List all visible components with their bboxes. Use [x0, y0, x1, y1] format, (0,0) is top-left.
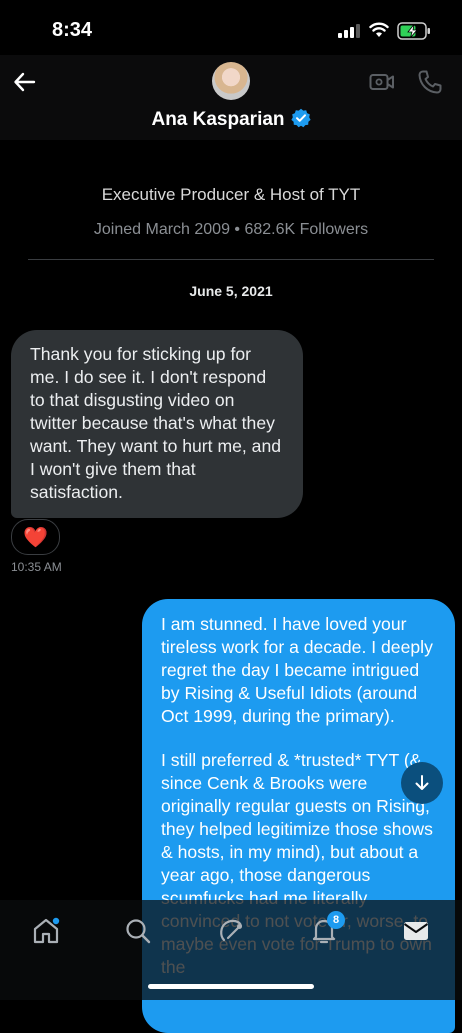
incoming-message[interactable]: Thank you for sticking up for me. I do s…: [11, 330, 303, 518]
verified-badge-icon: [290, 108, 311, 128]
signal-icon: [338, 24, 360, 38]
messages-icon[interactable]: [401, 916, 431, 946]
date-separator: June 5, 2021: [189, 283, 273, 299]
notification-badge: 8: [327, 911, 345, 929]
arrow-down-icon: [415, 775, 429, 790]
contact-name: Ana Kasparian: [151, 109, 285, 130]
avatar[interactable]: [212, 62, 250, 100]
search-icon[interactable]: [123, 916, 153, 946]
heart-reaction[interactable]: ❤️: [11, 519, 60, 555]
profile-meta: Joined March 2009 • 682.6K Followers: [93, 221, 369, 238]
spaces-icon[interactable]: [216, 916, 246, 946]
status-time: 8:34: [52, 19, 93, 41]
outgoing-paragraph: I am stunned. I have loved your tireless…: [161, 614, 433, 726]
phone-icon[interactable]: [417, 69, 443, 95]
wifi-icon: [369, 22, 389, 37]
notification-count: 8: [332, 914, 340, 926]
video-call-icon[interactable]: [369, 72, 395, 92]
home-indicator[interactable]: [148, 984, 314, 989]
home-icon[interactable]: [31, 916, 61, 946]
message-timestamp: 10:35 AM: [11, 560, 62, 574]
status-bar: 8:34: [0, 0, 462, 60]
contact-name-row[interactable]: Ana Kasparian: [0, 108, 462, 131]
conversation-header: Ana Kasparian: [0, 55, 462, 140]
battery-charging-icon: [397, 22, 430, 40]
divider: [28, 259, 434, 260]
profile-bio: Executive Producer & Host of TYT: [101, 185, 361, 204]
heart-icon: ❤️: [23, 525, 48, 549]
scroll-to-bottom-button[interactable]: [401, 762, 443, 804]
arrow-left-icon[interactable]: [12, 69, 38, 95]
